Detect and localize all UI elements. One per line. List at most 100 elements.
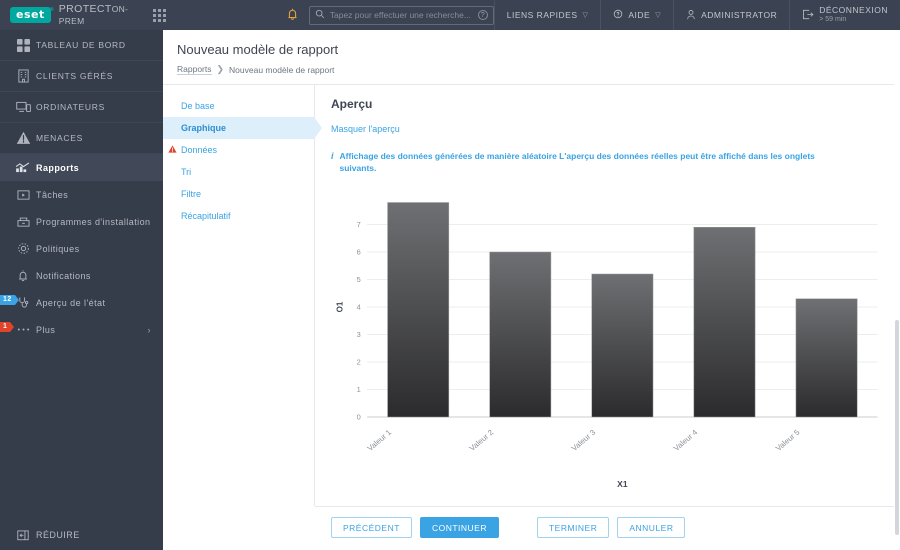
sidebar-item-clients-geres[interactable]: CLIENTS GÉRÉS — [0, 61, 163, 92]
x-axis-tick-label: Valeur 2 — [467, 428, 495, 453]
sidebar-item-label: Rapports — [36, 162, 80, 173]
chevron-right-icon: › — [147, 324, 151, 335]
breadcrumb: Rapports ❯ Nouveau modèle de rapport — [177, 64, 886, 75]
sidebar-item-plus[interactable]: 1 Plus › — [0, 316, 163, 343]
logout-text-group: DÉCONNEXION > 59 min — [819, 5, 888, 24]
sidebar-item-label: Plus — [36, 324, 56, 335]
logout-icon — [802, 9, 814, 22]
logout-button[interactable]: DÉCONNEXION > 59 min — [790, 0, 900, 30]
chevron-down-icon: ▽ — [655, 12, 662, 19]
notification-bell-icon[interactable] — [276, 7, 309, 23]
search-icon — [315, 9, 325, 21]
sidebar-item-label: Tâches — [36, 189, 69, 200]
vertical-scrollbar[interactable] — [894, 30, 900, 550]
scrollbar-thumb[interactable] — [895, 320, 899, 535]
chart-bar — [387, 201, 450, 417]
wizard-step-filtre[interactable]: Filtre — [163, 183, 314, 205]
preview-heading: Aperçu — [331, 97, 373, 111]
quick-links-label: LIENS RAPIDES — [506, 10, 578, 20]
wizard-steps-list: De base Graphique Données Tri Filtre Réc… — [163, 85, 322, 506]
preview-info-message: i Affichage des données générées de mani… — [331, 150, 884, 175]
wizard-step-de-base[interactable]: De base — [163, 95, 314, 117]
wizard-step-label: Tri — [181, 167, 192, 177]
info-icon: i — [331, 151, 334, 161]
play-box-icon — [10, 189, 36, 201]
status-badge: 1 — [0, 322, 15, 332]
sidebar-item-ordinateurs[interactable]: ORDINATEURS — [0, 92, 163, 123]
collapse-panel-icon — [10, 529, 36, 541]
x-axis-tick-label: Valeur 1 — [365, 428, 393, 453]
wizard-step-tri[interactable]: Tri — [163, 161, 314, 183]
sidebar-item-menaces[interactable]: MENACES — [0, 123, 163, 154]
x-axis-tick-label: Valeur 5 — [774, 428, 802, 453]
user-label: ADMINISTRATOR — [701, 10, 778, 20]
chart-bar — [591, 273, 654, 417]
user-menu[interactable]: ADMINISTRATOR — [674, 0, 789, 30]
status-badge: 12 — [0, 295, 19, 305]
quick-links-menu[interactable]: LIENS RAPIDES ▽ — [495, 0, 601, 30]
sidebar-item-label: ORDINATEURS — [36, 102, 105, 112]
chart-bars-icon — [10, 162, 36, 173]
sidebar-item-politiques[interactable]: Politiques — [0, 235, 163, 262]
wizard-step-label: Données — [181, 145, 218, 155]
x-axis-tick-label: Valeur 4 — [672, 427, 700, 452]
eset-logo-text: eset — [16, 8, 45, 21]
chart-bar — [795, 298, 858, 417]
sidebar-footer: RÉDUIRE — [0, 520, 163, 550]
sidebar-item-label: TABLEAU DE BORD — [36, 40, 126, 50]
question-mark-icon[interactable]: ? — [477, 10, 488, 20]
wizard-step-recapitulatif[interactable]: Récapitulatif — [163, 205, 314, 227]
y-axis-tick-label: 4 — [357, 302, 361, 311]
y-axis-tick-label: 2 — [357, 357, 361, 366]
y-axis-tick-label: 6 — [357, 247, 361, 256]
preview-bar-chart: 0 1 2 3 4 5 6 7 Valeur 1 Valeur 2 Valeur 3 Valeur 4… — [331, 189, 884, 499]
sidebar-item-notifications[interactable]: Notifications — [0, 262, 163, 289]
apps-grid-icon[interactable] — [153, 8, 166, 22]
sidebar-item-label: Politiques — [36, 243, 80, 254]
x-axis-tick-label: Valeur 3 — [570, 428, 598, 453]
wizard-content: De base Graphique Données Tri Filtre Réc… — [163, 30, 900, 550]
top-bar-right-group: ? LIENS RAPIDES ▽ AIDE ▽ ADMINISTRATOR — [276, 0, 900, 30]
global-search[interactable]: ? — [308, 5, 494, 25]
sidebar-item-programmes-installation[interactable]: Programmes d'installation — [0, 208, 163, 235]
preview-panel: Aperçu Masquer l'aperçu i Affichage des … — [315, 85, 900, 506]
y-axis-tick-label: 1 — [357, 385, 361, 394]
left-sidebar: TABLEAU DE BORD CLIENTS GÉRÉS ORDINATEUR… — [0, 30, 163, 550]
warning-triangle-icon — [10, 131, 36, 145]
finish-button[interactable]: TERMINER — [536, 517, 610, 538]
sidebar-item-apercu-de-letat[interactable]: 12 Aperçu de l'état — [0, 289, 163, 316]
previous-button[interactable]: PRÉCÉDENT — [331, 517, 412, 538]
product-name-main: PROTECT — [58, 3, 112, 15]
wizard-step-graphique[interactable]: Graphique — [163, 117, 322, 139]
search-input[interactable] — [329, 10, 478, 20]
session-timer: > 59 min — [819, 15, 847, 23]
sidebar-item-label: CLIENTS GÉRÉS — [36, 71, 114, 81]
computer-icon — [10, 101, 36, 114]
bell-outline-icon — [10, 269, 36, 282]
sidebar-item-rapports[interactable]: Rapports — [0, 154, 163, 181]
wizard-step-label: Filtre — [181, 189, 201, 199]
wizard-step-label: De base — [181, 101, 215, 111]
chart-bar — [693, 226, 756, 417]
hide-preview-link[interactable]: Masquer l'aperçu — [331, 124, 400, 134]
sidebar-collapse-button[interactable]: RÉDUIRE — [0, 520, 163, 550]
sidebar-item-tableau-de-bord[interactable]: TABLEAU DE BORD — [0, 30, 163, 61]
y-axis-tick-label: 3 — [357, 330, 361, 339]
wizard-footer: PRÉCÉDENT CONTINUER TERMINER ANNULER — [315, 506, 900, 550]
wizard-step-donnees[interactable]: Données — [163, 139, 314, 161]
sidebar-item-taches[interactable]: Tâches — [0, 181, 163, 208]
help-circle-icon — [613, 9, 623, 21]
cancel-button[interactable]: ANNULER — [617, 517, 686, 538]
wizard-step-label: Récapitulatif — [181, 211, 231, 221]
collapse-label: RÉDUIRE — [36, 530, 80, 540]
continue-button[interactable]: CONTINUER — [419, 517, 499, 538]
eset-logo[interactable]: eset ® — [10, 7, 54, 23]
dashboard-grid-icon — [10, 38, 36, 52]
y-axis-tick-label: 7 — [357, 220, 361, 229]
body-region: TABLEAU DE BORD CLIENTS GÉRÉS ORDINATEUR… — [0, 30, 900, 550]
sidebar-item-label: Aperçu de l'état — [36, 297, 106, 308]
help-label: AIDE — [628, 10, 651, 20]
x-axis-title: X1 — [617, 480, 628, 489]
help-menu[interactable]: AIDE ▽ — [601, 0, 673, 30]
breadcrumb-link-rapports[interactable]: Rapports — [177, 64, 212, 75]
